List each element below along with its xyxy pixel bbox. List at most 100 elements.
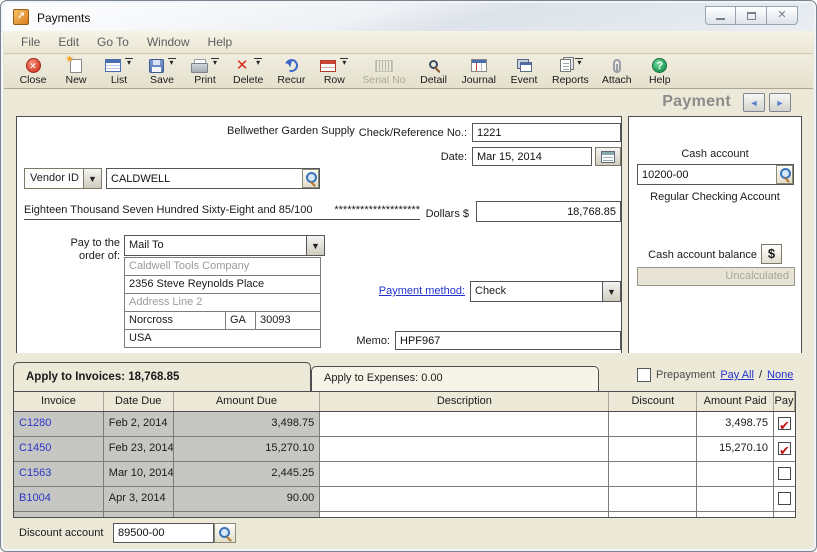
discount-cell[interactable] bbox=[609, 487, 697, 511]
address-line1-field[interactable]: 2356 Steve Reynolds Place bbox=[124, 275, 321, 294]
description-cell[interactable] bbox=[320, 462, 609, 486]
next-record-button[interactable]: ► bbox=[769, 93, 791, 112]
toolbar-attach-button[interactable]: Attach bbox=[602, 57, 632, 86]
invoice-link[interactable]: B1004 bbox=[19, 492, 51, 504]
mail-to-dropdown[interactable]: Mail To ▼ bbox=[124, 235, 325, 256]
toolbar-row-button[interactable]: Row bbox=[319, 57, 349, 86]
description-cell[interactable] bbox=[320, 437, 609, 461]
toolbar-close-button[interactable]: Close bbox=[18, 57, 48, 86]
pay-checkbox[interactable] bbox=[778, 467, 791, 480]
toolbar-new-button[interactable]: New bbox=[61, 57, 91, 86]
pay-checkbox[interactable] bbox=[778, 442, 791, 455]
minimize-button[interactable] bbox=[705, 6, 736, 25]
discount-cell[interactable] bbox=[609, 412, 697, 436]
menu-file[interactable]: File bbox=[12, 32, 49, 52]
calendar-button[interactable] bbox=[595, 147, 621, 166]
zip-field[interactable]: 30093 bbox=[255, 311, 321, 330]
amount-paid-cell[interactable] bbox=[697, 462, 774, 486]
discount-account-input[interactable] bbox=[113, 523, 214, 543]
discount-cell[interactable] bbox=[609, 462, 697, 486]
toolbar-journal-button[interactable]: Journal bbox=[462, 57, 496, 86]
invoice-link[interactable]: C1280 bbox=[19, 417, 51, 429]
delete-icon bbox=[234, 58, 250, 73]
toolbar-save-button[interactable]: Save bbox=[147, 57, 177, 86]
city-field[interactable]: Norcross bbox=[124, 311, 226, 330]
chevron-down-icon[interactable] bbox=[254, 58, 262, 66]
tab-apply-to-expenses[interactable]: Apply to Expenses: 0.00 bbox=[311, 366, 599, 391]
cash-account-field-wrap bbox=[637, 164, 794, 185]
chevron-down-icon[interactable] bbox=[211, 58, 219, 66]
amount-paid-cell[interactable] bbox=[697, 487, 774, 511]
menu-goto[interactable]: Go To bbox=[88, 32, 138, 52]
cash-account-lookup-button[interactable] bbox=[776, 165, 793, 184]
description-cell[interactable] bbox=[320, 487, 609, 511]
tab-apply-to-invoices[interactable]: Apply to Invoices: 18,768.85 bbox=[13, 362, 311, 391]
pay-checkbox[interactable] bbox=[778, 492, 791, 505]
table-row: B1004 Apr 3, 2014 90.00 bbox=[14, 487, 795, 512]
recalculate-balance-button[interactable]: $ bbox=[761, 244, 782, 264]
prepayment-checkbox[interactable] bbox=[637, 368, 651, 382]
chevron-down-icon[interactable]: ▼ bbox=[83, 169, 101, 188]
chevron-down-icon[interactable] bbox=[168, 58, 176, 66]
memo-input[interactable] bbox=[395, 331, 621, 350]
vendor-lookup-button[interactable] bbox=[302, 169, 319, 188]
toolbar-reports-button[interactable]: Reports bbox=[552, 57, 589, 86]
check-reference-input[interactable] bbox=[472, 123, 621, 142]
date-due-cell: Feb 23, 2014 bbox=[104, 437, 174, 461]
description-cell[interactable] bbox=[320, 412, 609, 436]
discount-cell[interactable] bbox=[609, 437, 697, 461]
cash-balance-label: Cash account balance bbox=[629, 249, 757, 261]
address-line2-field[interactable]: Address Line 2 bbox=[124, 293, 321, 312]
chevron-down-icon[interactable]: ▼ bbox=[306, 236, 324, 255]
chevron-down-icon[interactable]: ▼ bbox=[602, 282, 620, 301]
date-due-cell: Mar 10, 2014 bbox=[104, 462, 174, 486]
amount-paid-cell[interactable]: 3,498.75 bbox=[697, 412, 774, 436]
prepayment-label: Prepayment bbox=[656, 369, 715, 381]
pay-all-link[interactable]: Pay All bbox=[720, 369, 754, 381]
pay-none-link[interactable]: None bbox=[767, 369, 793, 381]
toolbar-print-button[interactable]: Print bbox=[190, 57, 220, 86]
vendor-id-selector[interactable]: Vendor ID ▼ bbox=[24, 168, 102, 189]
check-form-panel: Bellwether Garden Supply Check/Reference… bbox=[16, 116, 622, 354]
toolbar-recur-button[interactable]: Recur bbox=[276, 57, 306, 86]
chevron-down-icon[interactable] bbox=[575, 58, 583, 66]
amount-in-words: Eighteen Thousand Seven Hundred Sixty-Ei… bbox=[24, 204, 420, 220]
mail-to-value: Mail To bbox=[125, 236, 324, 255]
discount-account-lookup-button[interactable] bbox=[214, 523, 236, 543]
payment-method-dropdown[interactable]: Check ▼ bbox=[470, 281, 621, 302]
toolbar-delete-button[interactable]: Delete bbox=[233, 57, 263, 86]
attach-paperclip-icon bbox=[613, 59, 621, 73]
payee-name-field[interactable]: Caldwell Tools Company bbox=[124, 257, 321, 276]
toolbar-help-button[interactable]: Help bbox=[645, 57, 675, 86]
invoice-link[interactable]: C1450 bbox=[19, 442, 51, 454]
reports-icon bbox=[560, 59, 571, 72]
toolbar: Close New List Save Print Delete Recur bbox=[4, 55, 813, 89]
chevron-down-icon[interactable] bbox=[340, 58, 348, 66]
amount-words-text: Eighteen Thousand Seven Hundred Sixty-Ei… bbox=[24, 204, 312, 216]
amount-paid-cell[interactable]: 15,270.10 bbox=[697, 437, 774, 461]
vendor-id-input[interactable] bbox=[106, 168, 320, 189]
menu-window[interactable]: Window bbox=[138, 32, 199, 52]
previous-record-button[interactable]: ◄ bbox=[743, 93, 765, 112]
pay-checkbox[interactable] bbox=[778, 417, 791, 430]
payment-method-link[interactable]: Payment method: bbox=[379, 285, 465, 297]
toolbar-serial-no-button: Serial No bbox=[362, 57, 405, 86]
date-input[interactable] bbox=[472, 147, 592, 166]
table-row: C1450 Feb 23, 2014 15,270.10 15,270.10 bbox=[14, 437, 795, 462]
country-field[interactable]: USA bbox=[124, 329, 321, 348]
toolbar-event-button[interactable]: Event bbox=[509, 57, 539, 86]
maximize-button[interactable] bbox=[736, 6, 767, 25]
close-window-button[interactable]: ✕ bbox=[767, 6, 798, 25]
payments-window: Payments ✕ File Edit Go To Window Help C… bbox=[0, 0, 817, 552]
cash-account-input[interactable] bbox=[637, 164, 794, 185]
toolbar-list-button[interactable]: List bbox=[104, 57, 134, 86]
menu-help[interactable]: Help bbox=[199, 32, 242, 52]
invoice-link[interactable]: C1563 bbox=[19, 467, 51, 479]
toolbar-detail-button[interactable]: Detail bbox=[419, 57, 449, 86]
recur-icon bbox=[283, 57, 300, 74]
serial-no-icon bbox=[375, 60, 393, 72]
state-field[interactable]: GA bbox=[225, 311, 256, 330]
amount-input[interactable] bbox=[476, 201, 621, 222]
menu-edit[interactable]: Edit bbox=[49, 32, 88, 52]
chevron-down-icon[interactable] bbox=[125, 58, 133, 66]
